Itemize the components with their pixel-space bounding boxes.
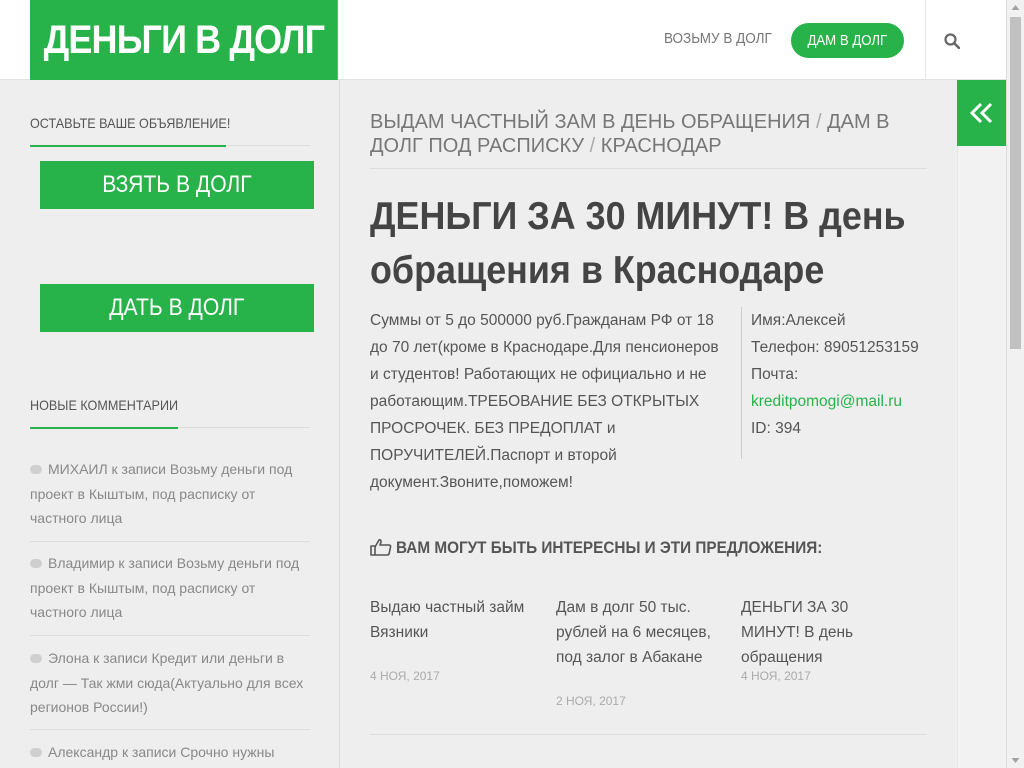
comment-divider [30, 541, 310, 542]
related-item-link[interactable]: Дам в долг 50 тыс. рублей на 6 месяцев, … [556, 595, 726, 670]
comment-text: МИХАИЛ к записи Возьму деньги под проект… [30, 461, 293, 526]
comment-item[interactable]: Элона к записи Кредит или деньги в долг … [30, 646, 310, 720]
nav-borrow-link[interactable]: ВОЗЬМУ В ДОЛГ [664, 30, 772, 47]
ad-widget-rule [30, 145, 310, 147]
breadcrumb-item[interactable]: ВЫДАМ ЧАСТНЫЙ ЗАМ В ДЕНЬ ОБРАЩЕНИЯ [370, 111, 810, 133]
related-item-date: 4 НОЯ, 2017 [370, 669, 440, 683]
related-item-link[interactable]: ДЕНЬГИ ЗА 30 МИНУТ! В день обращения [741, 595, 911, 670]
take-loan-label: ВЗЯТЬ В ДОЛГ [102, 171, 252, 198]
contact-mail-link[interactable]: kreditpomogi@mail.ru [751, 388, 941, 415]
give-loan-button[interactable]: ДАТЬ В ДОЛГ [40, 284, 314, 332]
post-description: Суммы от 5 до 500000 руб.Гражданам РФ от… [370, 312, 719, 491]
site-header: ДЕНЬГИ В ДОЛГ ВОЗЬМУ В ДОЛГ ДАМ В ДОЛГ [0, 0, 1006, 80]
scroll-down-arrow[interactable] [1007, 752, 1024, 768]
sidebar-toggle-button[interactable] [957, 80, 1007, 146]
breadcrumb: ВЫДАМ ЧАСТНЫЙ ЗАМ В ДЕНЬ ОБРАЩЕНИЯ / ДАМ… [370, 110, 930, 158]
page-scrollbar[interactable] [1006, 0, 1024, 768]
related-item-date: 4 НОЯ, 2017 [741, 669, 811, 683]
content-divider [370, 734, 927, 735]
comment-divider [30, 729, 310, 730]
nav-lend-label: ДАМ В ДОЛГ [807, 32, 888, 49]
related-item-date: 2 НОЯ, 2017 [556, 694, 626, 708]
comment-item[interactable]: Александр к записи Срочно нужны деньги [30, 740, 310, 768]
breadcrumb-item[interactable]: КРАСНОДАР [601, 135, 722, 157]
main-content: ВЫДАМ ЧАСТНЫЙ ЗАМ В ДЕНЬ ОБРАЩЕНИЯ / ДАМ… [341, 80, 957, 768]
comment-icon [30, 748, 42, 757]
contact-id: ID: 394 [751, 420, 801, 437]
scrollbar-thumb[interactable] [1010, 17, 1021, 349]
thumbs-up-icon [370, 538, 392, 556]
contact-phone: Телефон: 89051253159 [751, 339, 919, 356]
comment-text: Элона к записи Кредит или деньги в долг … [30, 650, 304, 715]
take-loan-button[interactable]: ВЗЯТЬ В ДОЛГ [40, 161, 314, 209]
breadcrumb-divider [370, 168, 927, 169]
ad-widget-title: ОСТАВЬТЕ ВАШЕ ОБЪЯВЛЕНИЕ! [30, 115, 231, 131]
contact-mail-label: Почта: [751, 366, 799, 383]
right-sidebar-collapsed [957, 80, 1006, 768]
breadcrumb-separator: / [589, 135, 596, 157]
comment-item[interactable]: Владимир к записи Возьму деньги под прое… [30, 551, 310, 625]
comment-text: Владимир к записи Возьму деньги под прое… [30, 555, 300, 620]
double-chevron-left-icon [969, 102, 993, 124]
breadcrumb-separator: / [815, 111, 822, 133]
related-title: ВАМ МОГУТ БЫТЬ ИНТЕРЕСНЫ И ЭТИ ПРЕДЛОЖЕН… [370, 538, 870, 558]
comment-icon [30, 559, 42, 568]
comments-widget-rule [30, 427, 310, 429]
contact-box: Имя:Алексей Телефон: 89051253159 Почта: … [741, 307, 941, 459]
comment-divider [30, 635, 310, 636]
nav-lend-button[interactable]: ДАМ В ДОЛГ [791, 23, 904, 58]
comment-item[interactable]: МИХАИЛ к записи Возьму деньги под проект… [30, 457, 310, 531]
comment-icon [30, 654, 42, 663]
comments-widget-title: НОВЫЕ КОММЕНТАРИИ [30, 397, 179, 413]
comment-text: Александр к записи Срочно нужны деньги [48, 744, 275, 760]
related-item-link[interactable]: Выдаю частный займ Вязники [370, 595, 540, 645]
search-button[interactable] [925, 0, 1005, 80]
page-title: ДЕНЬГИ ЗА 30 МИНУТ! В день обращения в К… [370, 195, 906, 292]
site-logo[interactable]: ДЕНЬГИ В ДОЛГ [30, 0, 338, 80]
comment-icon [30, 465, 42, 474]
contact-name: Имя:Алексей [751, 312, 846, 329]
search-icon [944, 33, 960, 49]
related-title-text: ВАМ МОГУТ БЫТЬ ИНТЕРЕСНЫ И ЭТИ ПРЕДЛОЖЕН… [396, 538, 823, 557]
scroll-up-arrow[interactable] [1007, 0, 1024, 16]
give-loan-label: ДАТЬ В ДОЛГ [109, 294, 245, 321]
sidebar: ОСТАВЬТЕ ВАШЕ ОБЪЯВЛЕНИЕ! ВЗЯТЬ В ДОЛГ Д… [0, 80, 340, 768]
